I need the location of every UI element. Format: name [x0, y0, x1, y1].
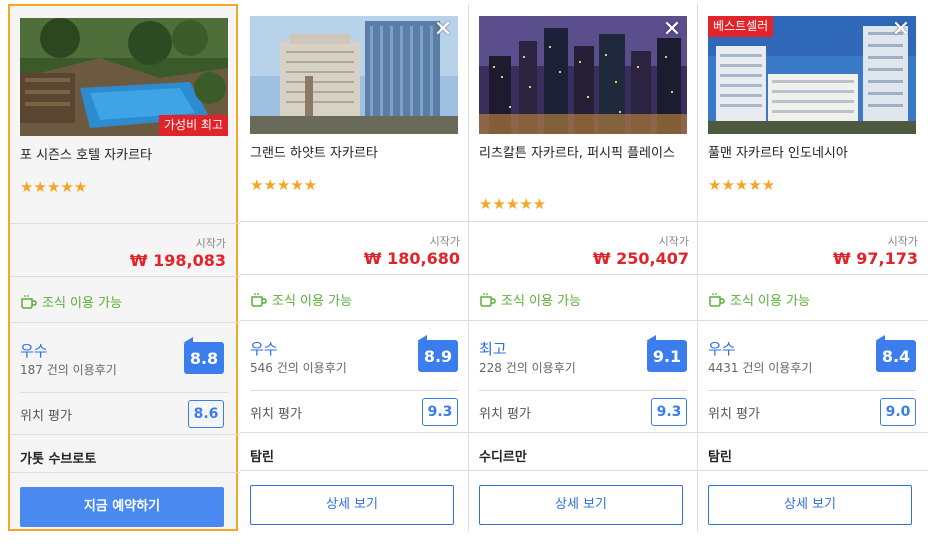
hotel-area: 탐린	[708, 450, 732, 465]
divider	[10, 322, 240, 323]
divider	[20, 392, 228, 393]
divider	[708, 390, 916, 391]
hotel-photo[interactable]: 가성비 최고	[20, 18, 228, 136]
divider	[698, 432, 928, 433]
price: ₩ 180,680	[363, 249, 460, 268]
review-count[interactable]: 228 건의 이용후기	[479, 359, 576, 376]
rating-word: 우수	[250, 340, 278, 358]
review-score-badge: 8.9	[417, 335, 458, 372]
book-now-button[interactable]: 지금 예약하기	[20, 487, 224, 527]
star-rating: ★★★★★	[250, 176, 318, 194]
location-rating-label: 위치 평가	[479, 407, 531, 422]
price: ₩ 97,173	[833, 249, 918, 268]
breakfast-info: 조식 이용 가능	[20, 292, 122, 311]
view-details-button[interactable]: 상세 보기	[708, 485, 912, 525]
divider	[10, 434, 240, 435]
hotel-photo[interactable]: ✕	[479, 16, 687, 134]
divider	[698, 274, 928, 275]
location-rating-label: 위치 평가	[20, 409, 72, 424]
review-score-badge: 8.8	[183, 337, 224, 374]
breakfast-label: 조식 이용 가능	[42, 296, 123, 311]
divider	[250, 390, 458, 391]
review-count[interactable]: 4431 건의 이용후기	[708, 359, 812, 376]
hotel-area: 수디르만	[479, 450, 527, 465]
divider	[698, 320, 928, 321]
price: ₩ 198,083	[129, 251, 226, 270]
divider	[240, 221, 470, 222]
hotel-comparison-grid: 가성비 최고 포 시즌스 호텔 자카르타 ★★★★★ 시작가 ₩ 198,083…	[0, 0, 928, 544]
review-count[interactable]: 546 건의 이용후기	[250, 359, 347, 376]
divider	[469, 320, 699, 321]
star-rating: ★★★★★	[708, 176, 776, 194]
hotel-name[interactable]: 풀맨 자카르타 인도네시아	[708, 144, 918, 163]
location-score-badge: 8.6	[188, 400, 224, 428]
coffee-cup-icon	[21, 294, 37, 309]
rating-word: 우수	[708, 340, 736, 358]
close-icon[interactable]: ✕	[890, 19, 912, 41]
location-score-badge: 9.3	[651, 398, 687, 426]
hotel-card: 베스트셀러 ✕ 풀맨 자카르타 인도네시아 ★★★★★ 시작가 ₩ 97,173…	[698, 4, 928, 531]
divider	[10, 223, 240, 224]
divider	[10, 472, 240, 473]
location-score-badge: 9.3	[422, 398, 458, 426]
price-from-label: 시작가	[195, 237, 226, 250]
value-ribbon: 가성비 최고	[158, 115, 228, 136]
breakfast-label: 조식 이용 가능	[501, 294, 582, 309]
view-details-button[interactable]: 상세 보기	[250, 485, 454, 525]
price: ₩ 250,407	[592, 249, 689, 268]
breakfast-info: 조식 이용 가능	[708, 290, 810, 309]
star-rating: ★★★★★	[479, 195, 547, 213]
location-rating-label: 위치 평가	[250, 407, 302, 422]
hotel-card: 가성비 최고 포 시즌스 호텔 자카르타 ★★★★★ 시작가 ₩ 198,083…	[8, 4, 240, 531]
view-details-button[interactable]: 상세 보기	[479, 485, 683, 525]
breakfast-label: 조식 이용 가능	[272, 294, 353, 309]
divider	[240, 432, 470, 433]
hotel-area: 탐린	[250, 450, 274, 465]
hotel-name[interactable]: 그랜드 하얏트 자카르타	[250, 144, 460, 163]
hotel-photo[interactable]: 베스트셀러 ✕	[708, 16, 916, 134]
price-from-label: 시작가	[429, 235, 460, 248]
hotel-photo[interactable]: ✕	[250, 16, 458, 134]
breakfast-info: 조식 이용 가능	[250, 290, 352, 309]
close-icon[interactable]: ✕	[432, 19, 454, 41]
breakfast-label: 조식 이용 가능	[730, 294, 811, 309]
location-rating-label: 위치 평가	[708, 407, 760, 422]
hotel-name[interactable]: 리츠칼튼 자카르타, 퍼시픽 플레이스	[479, 144, 689, 163]
hotel-card: ✕ 그랜드 하얏트 자카르타 ★★★★★ 시작가 ₩ 180,680 조식 이용…	[240, 4, 470, 531]
price-from-label: 시작가	[658, 235, 689, 248]
bestseller-ribbon: 베스트셀러	[708, 16, 774, 37]
divider	[10, 276, 240, 277]
divider	[240, 470, 470, 471]
divider	[698, 470, 928, 471]
divider	[698, 221, 928, 222]
price-from-label: 시작가	[887, 235, 918, 248]
hotel-area: 가톳 수브로토	[20, 452, 97, 467]
star-rating: ★★★★★	[20, 178, 88, 196]
hotel-name[interactable]: 포 시즌스 호텔 자카르타	[20, 146, 230, 165]
hotel-card: ✕ 리츠칼튼 자카르타, 퍼시픽 플레이스 ★★★★★ 시작가 ₩ 250,40…	[469, 4, 699, 531]
location-score-badge: 9.0	[880, 398, 916, 426]
breakfast-info: 조식 이용 가능	[479, 290, 581, 309]
coffee-cup-icon	[709, 292, 725, 307]
divider	[469, 432, 699, 433]
review-score-badge: 9.1	[646, 335, 687, 372]
rating-word: 우수	[20, 342, 48, 360]
divider	[469, 274, 699, 275]
review-score-badge: 8.4	[875, 335, 916, 372]
rating-word: 최고	[479, 340, 507, 358]
coffee-cup-icon	[251, 292, 267, 307]
close-icon[interactable]: ✕	[661, 19, 683, 41]
divider	[469, 470, 699, 471]
divider	[240, 274, 470, 275]
divider	[240, 320, 470, 321]
review-count[interactable]: 187 건의 이용후기	[20, 361, 117, 378]
coffee-cup-icon	[480, 292, 496, 307]
divider	[469, 221, 699, 222]
divider	[479, 390, 687, 391]
